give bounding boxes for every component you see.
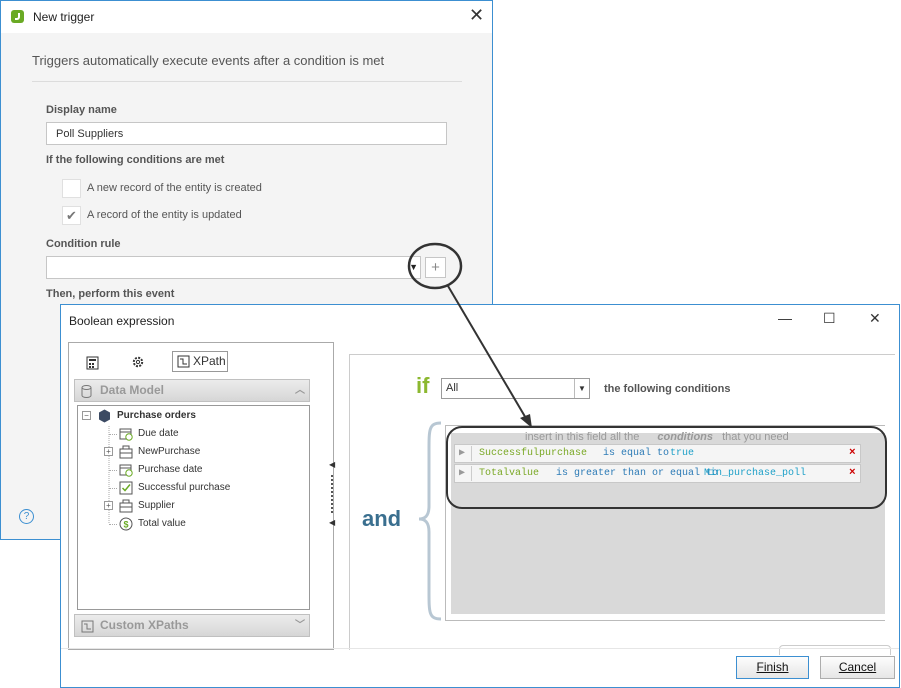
annotation-overlay xyxy=(407,242,532,428)
